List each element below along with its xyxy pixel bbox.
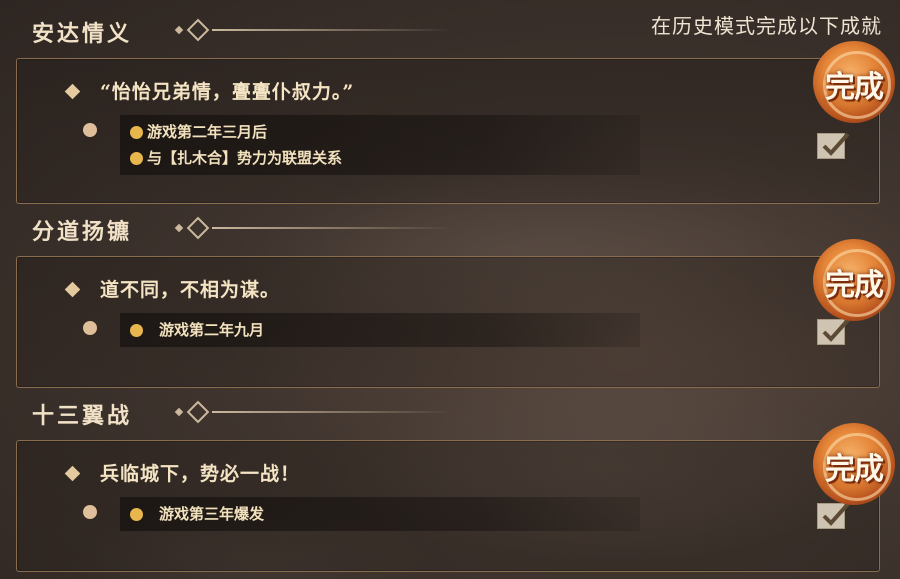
condition-item: 游戏第三年爆发 [130,501,630,527]
title-ornament [174,216,456,240]
achievement-card[interactable]: 道不同，不相为谋。 游戏第二年九月 完成 [16,239,895,388]
diamond-icon [64,281,81,297]
checkmark-icon [822,132,850,156]
condition-bullet [83,505,97,519]
diamond-icon [64,465,81,481]
condition-bullet [83,123,97,137]
achievement-title: 分道扬镳 [32,219,133,245]
condition-bullet [83,321,97,335]
completed-checkbox [817,318,850,345]
condition-item: 与【扎木合】势力为联盟关系 [130,145,630,171]
completed-stamp: 完成 [813,239,895,321]
achievement-quote: 道不同，不相为谋。 [64,275,281,302]
mode-hint: 在历史模式完成以下成就 [651,14,882,38]
completed-checkbox [817,502,850,529]
condition-box: 游戏第二年九月 [120,313,640,347]
achievement-card[interactable]: “怡怡兄弟情，亹亹仆叔力。” 游戏第二年三月后 与【扎木合】势力为联盟关系 完成 [16,41,895,204]
completed-stamp: 完成 [813,423,895,505]
diamond-icon [64,83,81,99]
condition-item: 游戏第二年三月后 [130,119,630,145]
condition-box: 游戏第三年爆发 [120,497,640,531]
quote-text: 道不同，不相为谋。 [100,279,281,301]
completed-checkbox [817,132,850,159]
title-ornament [174,400,456,424]
achievement-title: 十三翼战 [32,403,133,429]
title-ornament [174,18,456,42]
achievement-card[interactable]: 兵临城下，势必一战！ 游戏第三年爆发 完成 [16,423,895,572]
achievement-quote: “怡怡兄弟情，亹亹仆叔力。” [64,77,355,104]
quote-text: “怡怡兄弟情，亹亹仆叔力。” [100,81,355,103]
achievement-quote: 兵临城下，势必一战！ [64,459,301,486]
condition-item: 游戏第二年九月 [130,317,630,343]
achievement-title: 安达情义 [32,21,133,47]
condition-box: 游戏第二年三月后 与【扎木合】势力为联盟关系 [120,115,640,175]
quote-text: 兵临城下，势必一战！ [100,463,301,485]
completed-stamp: 完成 [813,41,895,123]
